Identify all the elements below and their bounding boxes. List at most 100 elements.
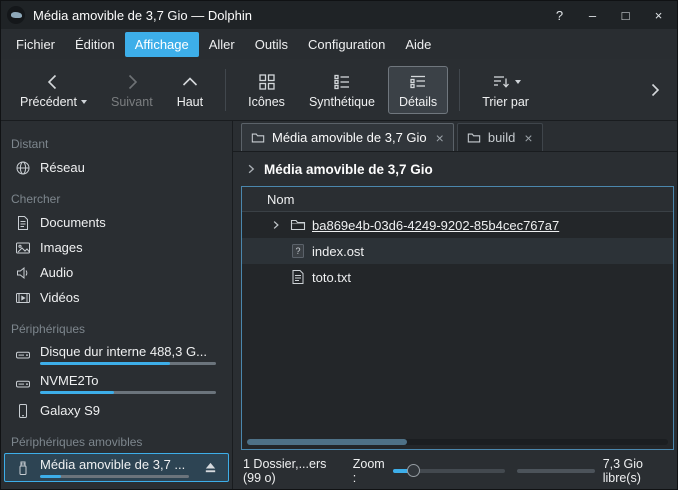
zoom-slider-handle[interactable]	[407, 464, 420, 477]
places-panel: Distant Réseau Chercher Documents Images	[1, 121, 233, 489]
place-label: Disque dur interne 488,3 G...	[40, 344, 221, 359]
arrow-right-icon	[122, 72, 142, 92]
document-icon	[15, 215, 31, 231]
tab-bar: Média amovible de 3,7 Gio × build ×	[233, 121, 677, 152]
menu-aller[interactable]: Aller	[199, 32, 245, 57]
expand-arrow-icon[interactable]	[268, 217, 284, 233]
close-button[interactable]: ×	[646, 5, 671, 26]
help-button[interactable]: ?	[547, 5, 572, 26]
section-header-chercher: Chercher	[1, 186, 232, 210]
svg-text:?: ?	[295, 246, 300, 256]
up-button[interactable]: Haut	[166, 66, 214, 114]
maximize-button[interactable]: □	[613, 5, 638, 26]
horizontal-scrollbar-thumb[interactable]	[247, 439, 407, 445]
image-icon	[15, 240, 31, 256]
back-button[interactable]: Précédent	[9, 66, 98, 114]
network-icon	[15, 160, 31, 176]
dolphin-app-icon	[7, 6, 25, 24]
audio-icon	[15, 265, 31, 281]
tab-close-icon[interactable]: ×	[524, 131, 532, 145]
menu-outils[interactable]: Outils	[245, 32, 298, 57]
video-icon	[15, 290, 31, 306]
disk-usage-bar	[40, 391, 216, 394]
harddisk-icon	[15, 347, 31, 363]
window-title: Média amovible de 3,7 Gio — Dolphin	[33, 8, 252, 23]
location-bar[interactable]: Média amovible de 3,7 Gio	[233, 152, 677, 186]
sidebar-item-images[interactable]: Images	[1, 235, 232, 260]
main-area: Média amovible de 3,7 Gio × build × Médi…	[233, 121, 677, 489]
items-summary: 1 Dossier,...ers (99 o)	[243, 457, 337, 485]
forward-button[interactable]: Suivant	[100, 66, 164, 114]
tab-label: Média amovible de 3,7 Gio	[272, 130, 427, 145]
sidebar-item-documents[interactable]: Documents	[1, 210, 232, 235]
menu-bar: Fichier Édition Affichage Aller Outils C…	[1, 29, 677, 59]
place-label: Média amovible de 3,7 ...	[40, 457, 194, 472]
file-row-folder[interactable]: ba869e4b-03d6-4249-9202-85b4cec767a7	[242, 212, 673, 238]
sidebar-item-nvme2to[interactable]: NVME2To	[1, 369, 232, 398]
sort-by-button[interactable]: Trier par	[471, 66, 540, 114]
menu-fichier[interactable]: Fichier	[6, 32, 65, 57]
details-view-button[interactable]: Détails	[388, 66, 448, 114]
menu-edition[interactable]: Édition	[65, 32, 125, 57]
eject-icon[interactable]	[203, 460, 218, 475]
menu-configuration[interactable]: Configuration	[298, 32, 395, 57]
place-label: Galaxy S9	[40, 403, 100, 418]
section-header-distant: Distant	[1, 131, 232, 155]
file-row-index-ost[interactable]: ? index.ost	[242, 238, 673, 264]
menu-aide[interactable]: Aide	[395, 32, 441, 57]
chevron-right-icon	[245, 163, 257, 175]
usb-drive-icon	[15, 460, 31, 476]
column-header-nom[interactable]: Nom	[242, 187, 673, 212]
unknown-file-icon: ?	[290, 243, 306, 259]
chevron-right-icon	[647, 82, 663, 98]
zoom-label: Zoom :	[353, 457, 385, 485]
sidebar-item-audio[interactable]: Audio	[1, 260, 232, 285]
main-toolbar: Précédent Suivant Haut Icônes Synthét	[1, 59, 677, 121]
place-label: Images	[40, 240, 83, 255]
section-header-peripheriques-amovibles: Périphériques amovibles	[1, 429, 232, 453]
free-space-text: 7,3 Gio libre(s)	[603, 457, 667, 485]
menu-affichage[interactable]: Affichage	[125, 32, 199, 57]
arrow-left-icon	[43, 72, 63, 92]
phone-icon	[15, 403, 31, 419]
icons-view-button[interactable]: Icônes	[237, 66, 296, 114]
harddisk-icon	[15, 376, 31, 392]
chevron-down-icon	[515, 80, 521, 84]
tab-close-icon[interactable]: ×	[436, 131, 444, 145]
disk-usage-bar	[40, 362, 216, 365]
toolbar-overflow-button[interactable]	[641, 70, 669, 110]
disk-usage-bar	[40, 475, 189, 478]
sidebar-item-videos[interactable]: Vidéos	[1, 285, 232, 310]
breadcrumb-current-folder[interactable]: Média amovible de 3,7 Gio	[264, 162, 433, 177]
tab-media-amovible[interactable]: Média amovible de 3,7 Gio ×	[241, 123, 454, 151]
file-name: ba869e4b-03d6-4249-9202-85b4cec767a7	[312, 218, 559, 233]
place-label: Réseau	[40, 160, 85, 175]
tab-build[interactable]: build ×	[457, 123, 543, 151]
toolbar-separator	[225, 69, 226, 111]
details-view-icon	[408, 72, 428, 92]
folder-icon	[251, 131, 265, 145]
status-bar: 1 Dossier,...ers (99 o) Zoom : 7,3 Gio l…	[233, 453, 677, 489]
compact-view-icon	[332, 72, 352, 92]
sidebar-item-reseau[interactable]: Réseau	[1, 155, 232, 180]
horizontal-scrollbar[interactable]	[247, 439, 668, 445]
folder-icon	[467, 131, 481, 145]
minimize-button[interactable]: –	[580, 5, 605, 26]
sidebar-item-galaxy-s9[interactable]: Galaxy S9	[1, 398, 232, 423]
file-row-toto-txt[interactable]: toto.txt	[242, 264, 673, 290]
zoom-slider[interactable]	[393, 469, 505, 473]
file-name: index.ost	[312, 244, 364, 259]
sidebar-item-media-amovible[interactable]: Média amovible de 3,7 ...	[4, 453, 229, 482]
dolphin-window: Média amovible de 3,7 Gio — Dolphin ? – …	[0, 0, 678, 490]
arrow-up-icon	[180, 72, 200, 92]
place-label: Audio	[40, 265, 73, 280]
section-header-peripheriques: Périphériques	[1, 316, 232, 340]
compact-view-button[interactable]: Synthétique	[298, 66, 386, 114]
free-space-bar	[517, 469, 595, 473]
tab-label: build	[488, 130, 515, 145]
sidebar-item-disque-dur-interne[interactable]: Disque dur interne 488,3 G...	[1, 340, 232, 369]
folder-icon	[290, 217, 306, 233]
text-file-icon	[290, 269, 306, 285]
place-label: NVME2To	[40, 373, 221, 388]
place-label: Documents	[40, 215, 106, 230]
